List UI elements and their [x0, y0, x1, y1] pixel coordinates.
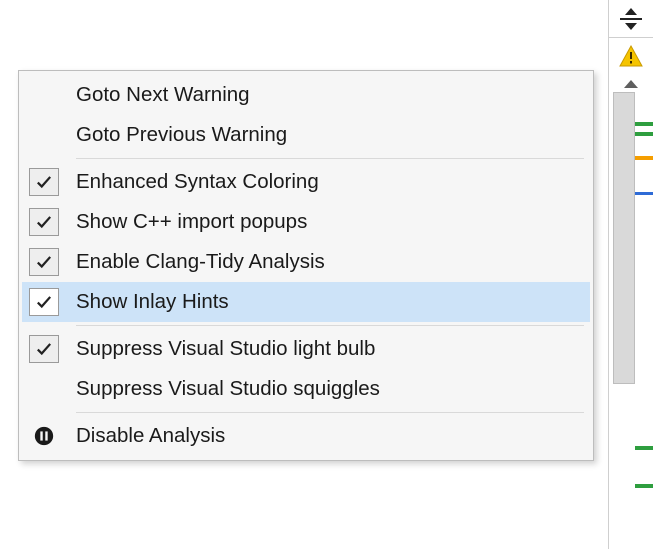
check-icon — [29, 335, 59, 363]
check-icon — [29, 248, 59, 276]
menu-item-label: Goto Previous Warning — [76, 123, 580, 147]
caret-mark-blue — [635, 192, 653, 195]
menu-icon-slot — [26, 121, 62, 149]
change-mark-green — [635, 122, 653, 126]
menu-item-suppress-vs-light-bulb[interactable]: Suppress Visual Studio light bulb — [22, 329, 590, 369]
menu-separator — [76, 412, 584, 413]
scrollbar-thumb[interactable] — [613, 92, 635, 384]
menu-item-goto-previous-warning[interactable]: Goto Previous Warning — [22, 115, 590, 155]
menu-item-label: Enable Clang-Tidy Analysis — [76, 250, 580, 274]
check-icon — [29, 168, 59, 196]
warning-indicator-button[interactable] — [608, 38, 653, 74]
pause-icon — [26, 422, 62, 450]
menu-item-show-inlay-hints[interactable]: Show Inlay Hints — [22, 282, 590, 322]
menu-icon-slot — [26, 375, 62, 403]
menu-item-label: Disable Analysis — [76, 424, 580, 448]
change-mark-green — [635, 132, 653, 136]
menu-item-goto-next-warning[interactable]: Goto Next Warning — [22, 75, 590, 115]
menu-item-label: Goto Next Warning — [76, 83, 580, 107]
menu-item-label: Suppress Visual Studio squiggles — [76, 377, 580, 401]
menu-item-enable-clang-tidy-analysis[interactable]: Enable Clang-Tidy Analysis — [22, 242, 590, 282]
scroll-up-arrow-icon[interactable] — [624, 80, 638, 88]
change-mark-green — [635, 484, 653, 488]
menu-item-disable-analysis[interactable]: Disable Analysis — [22, 416, 590, 456]
menu-item-label: Enhanced Syntax Coloring — [76, 170, 580, 194]
check-icon — [29, 208, 59, 236]
menu-separator — [76, 158, 584, 159]
menu-icon-slot — [26, 81, 62, 109]
marker-strip — [608, 74, 653, 549]
menu-item-enhanced-syntax-coloring[interactable]: Enhanced Syntax Coloring — [22, 162, 590, 202]
menu-item-label: Show C++ import popups — [76, 210, 580, 234]
warning-icon — [619, 45, 643, 67]
menu-item-label: Show Inlay Hints — [76, 290, 580, 314]
split-icon — [620, 9, 642, 29]
menu-separator — [76, 325, 584, 326]
context-menu: Goto Next Warning Goto Previous Warning … — [18, 70, 594, 461]
change-mark-green — [635, 446, 653, 450]
split-window-button[interactable] — [608, 0, 653, 38]
change-mark-orange — [635, 156, 653, 160]
menu-item-show-cpp-import-popups[interactable]: Show C++ import popups — [22, 202, 590, 242]
menu-item-suppress-vs-squiggles[interactable]: Suppress Visual Studio squiggles — [22, 369, 590, 409]
menu-item-label: Suppress Visual Studio light bulb — [76, 337, 580, 361]
check-icon — [29, 288, 59, 316]
